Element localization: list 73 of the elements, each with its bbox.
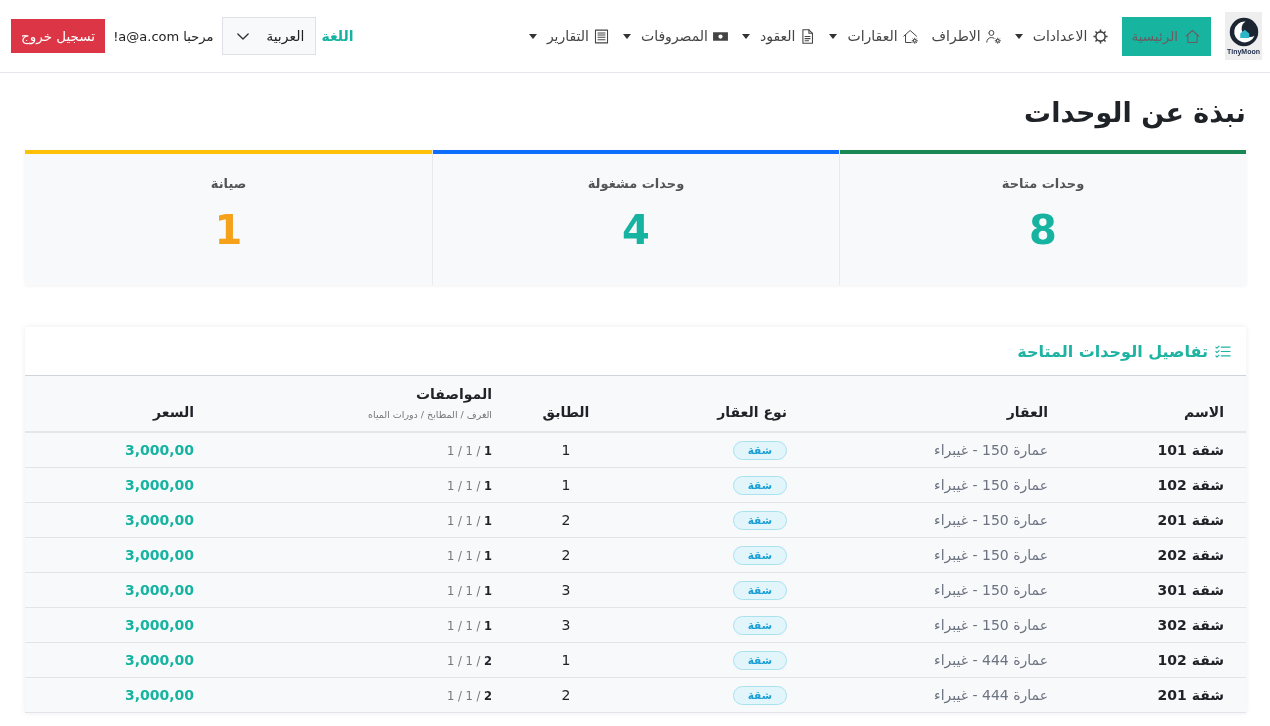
newspaper-icon — [593, 27, 610, 45]
property-name: عمارة 150 - غيبراء — [934, 442, 1048, 459]
greeting-text: مرحبا a@a.com! — [113, 28, 214, 44]
stat-label: صيانة — [210, 175, 247, 193]
gear-icon — [1091, 27, 1109, 45]
type-badge: شقة — [732, 651, 787, 670]
house-gear-icon — [901, 27, 919, 45]
floor-number: 1 — [561, 477, 571, 493]
nav-link[interactable]: الاعدادات — [1014, 27, 1109, 45]
unit-name: شقة 201 — [1157, 512, 1224, 528]
unit-name: شقة 302 — [1157, 617, 1224, 633]
type-badge: شقة — [732, 441, 787, 461]
price-text: 3,000,00 — [124, 582, 194, 598]
price-text: 3,000,00 — [124, 687, 194, 703]
stat-label: وحدات متاحة — [1001, 175, 1085, 193]
floor-number: 2 — [561, 547, 571, 563]
type-badge: شقة — [732, 546, 787, 565]
unit-name: شقة 201 — [1157, 687, 1224, 703]
property-name: عمارة 150 - غيبراء — [934, 477, 1048, 493]
property-name: عمارة 150 - غيبراء — [934, 617, 1048, 633]
stat-value: 1 — [214, 206, 243, 254]
price-text: 3,000,00 — [124, 477, 194, 493]
type-badge: شقة — [732, 686, 787, 705]
page-title: نبذة عن الوحدات — [1023, 96, 1246, 131]
price-text: 3,000,00 — [124, 512, 194, 528]
unit-name: شقة 202 — [1157, 547, 1224, 563]
checklist-icon — [1215, 344, 1231, 358]
logout-button[interactable]: تسجيل خروج — [11, 19, 106, 53]
nav-link[interactable]: الاطراف — [931, 27, 1002, 45]
property-name: عمارة 150 - غيبراء — [934, 582, 1048, 598]
floor-number: 1 — [561, 652, 571, 668]
nav-link[interactable]: التقارير — [528, 27, 610, 45]
nav-link[interactable]: العقود — [742, 27, 817, 45]
user-gear-icon — [984, 27, 1002, 45]
stat-value: 8 — [1029, 206, 1057, 254]
chevron-down-icon — [237, 32, 250, 40]
column-header: الطابق — [541, 403, 591, 421]
language-select[interactable]: العربية — [222, 17, 317, 55]
unit-name: شقة 101 — [1157, 442, 1224, 459]
nav-link[interactable]: العقارات — [829, 27, 919, 45]
section-title: تفاصيل الوحدات المتاحة — [1017, 341, 1208, 361]
property-name: عمارة 444 - غيبراء — [934, 687, 1048, 703]
nav-link[interactable]: المصروفات — [623, 27, 729, 45]
price-text: 3,000,00 — [124, 442, 194, 459]
price-text: 3,000,00 — [124, 652, 194, 668]
type-badge: شقة — [732, 581, 787, 600]
type-badge: شقة — [732, 476, 787, 495]
column-header: نوع العقار — [715, 403, 787, 421]
stat-label: وحدات مشغولة — [587, 175, 685, 193]
column-subheader: الغرف / المطابخ / دورات المياه — [367, 409, 492, 421]
unit-name: شقة 102 — [1157, 652, 1224, 668]
type-badge: شقة — [732, 616, 787, 635]
stat-value: 4 — [622, 206, 650, 254]
column-header: السعر — [151, 403, 194, 421]
crescent-house-logo-icon — [1228, 16, 1259, 47]
house-icon — [1184, 27, 1201, 45]
unit-name: شقة 301 — [1157, 582, 1224, 598]
floor-number: 2 — [561, 687, 571, 703]
property-name: عمارة 444 - غيبراء — [934, 652, 1048, 668]
type-badge: شقة — [732, 511, 787, 530]
price-text: 3,000,00 — [124, 547, 194, 563]
property-name: عمارة 150 - غيبراء — [934, 547, 1048, 563]
unit-name: شقة 102 — [1157, 477, 1224, 493]
language-label: اللغة — [321, 28, 354, 44]
floor-number: 2 — [561, 512, 571, 528]
floor-number: 3 — [561, 582, 571, 598]
property-name: عمارة 150 - غيبراء — [934, 512, 1048, 528]
price-text: 3,000,00 — [124, 617, 194, 633]
column-header: الاسم — [1183, 403, 1224, 421]
floor-number: 3 — [561, 617, 571, 633]
column-header: المواصفات — [415, 385, 492, 403]
column-header: العقار — [1005, 403, 1048, 421]
floor-number: 1 — [561, 442, 571, 459]
